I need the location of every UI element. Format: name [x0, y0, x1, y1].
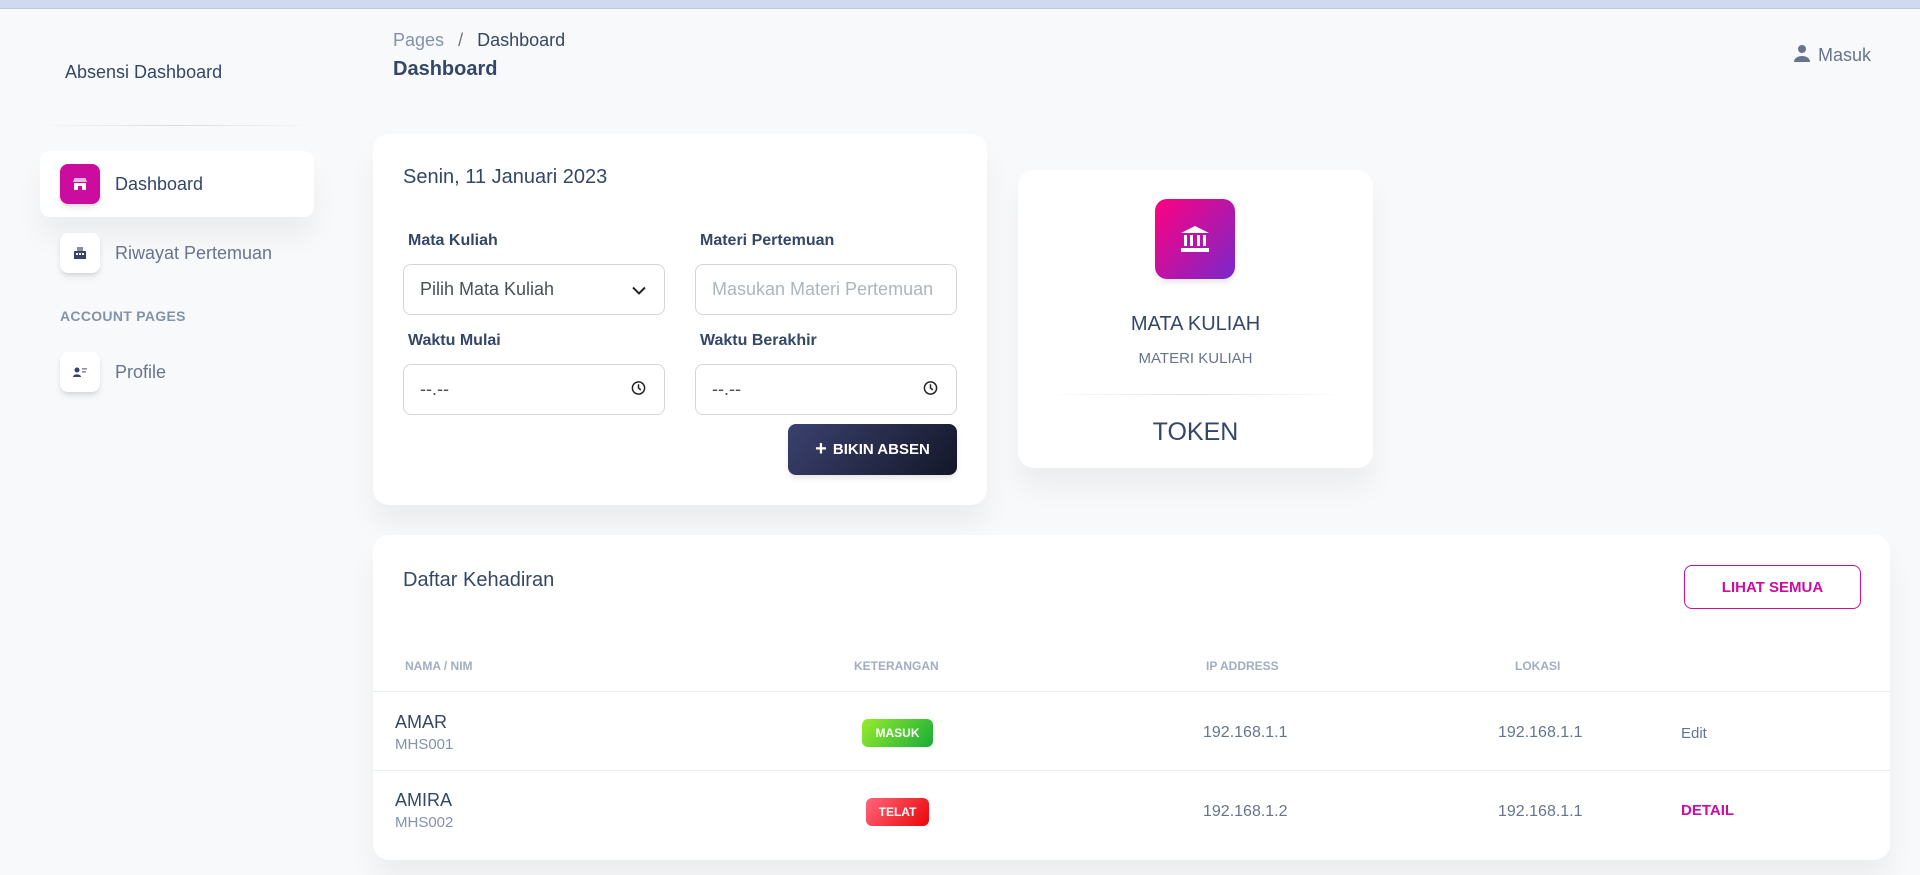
- breadcrumb-separator: /: [458, 30, 464, 50]
- end-time-value: --.--: [712, 379, 741, 399]
- ip-address: 192.168.1.1: [1203, 724, 1288, 741]
- status-badge: TELAT: [866, 798, 929, 826]
- column-header-location: LOKASI: [1515, 659, 1561, 673]
- clock-icon[interactable]: [631, 379, 646, 400]
- attendance-table-card: Daftar Kehadiran LIHAT SEMUA NAMA / NIM …: [373, 535, 1890, 860]
- course-select-value: Pilih Mata Kuliah: [420, 279, 555, 299]
- start-time-value: --.--: [420, 379, 449, 399]
- sidebar-item-label: Dashboard: [115, 173, 204, 194]
- column-header-name: NAMA / NIM: [405, 659, 473, 673]
- user-icon: [1793, 44, 1818, 67]
- ip-address: 192.168.1.2: [1203, 803, 1288, 820]
- clock-icon[interactable]: [923, 379, 938, 400]
- sidebar-item-label: Riwayat Pertemuan: [115, 242, 273, 263]
- location: 192.168.1.1: [1498, 724, 1583, 741]
- material-label: Materi Pertemuan: [700, 232, 835, 249]
- sidebar: Absensi Dashboard Dashboard Riwayat Pert…: [40, 40, 314, 440]
- user-card-icon: [60, 352, 100, 392]
- shop-icon: [60, 164, 100, 204]
- sidebar-divider: [40, 125, 314, 126]
- start-time-label: Waktu Mulai: [408, 332, 501, 349]
- attendance-title: Daftar Kehadiran: [403, 569, 555, 591]
- start-time-input[interactable]: --.--: [403, 364, 665, 415]
- sidebar-item-profile[interactable]: Profile: [40, 339, 314, 405]
- brand-title[interactable]: Absensi Dashboard: [65, 62, 222, 83]
- breadcrumb-root[interactable]: Pages: [393, 30, 444, 50]
- signin-link[interactable]: Masuk: [1793, 44, 1871, 67]
- breadcrumb: Pages / Dashboard: [393, 30, 565, 51]
- student-nim: MHS001: [395, 736, 454, 753]
- course-material: MATERI KULIAH: [1138, 350, 1253, 367]
- detail-link[interactable]: DETAIL: [1681, 802, 1734, 819]
- sidebar-item-dashboard[interactable]: Dashboard: [40, 151, 314, 217]
- course-divider: [1043, 394, 1348, 395]
- section-title-account-pages: ACCOUNT PAGES: [60, 308, 186, 324]
- plus-icon: +: [815, 438, 827, 460]
- row-divider: [373, 770, 1890, 771]
- student-name: AMAR: [395, 712, 448, 732]
- sidebar-item-riwayat-pertemuan[interactable]: Riwayat Pertemuan: [40, 220, 314, 286]
- course-name: MATA KULIAH: [1130, 313, 1261, 335]
- create-attendance-button[interactable]: + BIKIN ABSEN: [788, 424, 957, 475]
- course-select[interactable]: Pilih Mata Kuliah: [403, 264, 665, 315]
- material-input-placeholder: Masukan Materi Pertemuan: [712, 279, 934, 299]
- create-attendance-label: BIKIN ABSEN: [832, 441, 930, 458]
- material-input[interactable]: Masukan Materi Pertemuan: [695, 264, 957, 315]
- end-time-input[interactable]: --.--: [695, 364, 957, 415]
- course-token: TOKEN: [1152, 418, 1239, 446]
- row-divider: [373, 691, 1890, 692]
- student-name: AMIRA: [395, 790, 453, 810]
- sidebar-item-label: Profile: [115, 361, 167, 382]
- view-all-button[interactable]: LIHAT SEMUA: [1684, 565, 1861, 609]
- status-badge: MASUK: [862, 719, 933, 747]
- column-header-ip: IP ADDRESS: [1206, 659, 1279, 673]
- location: 192.168.1.1: [1498, 803, 1583, 820]
- student-nim: MHS002: [395, 814, 454, 831]
- chevron-down-icon: [632, 279, 646, 300]
- course-info-card: MATA KULIAH MATERI KULIAH TOKEN: [1018, 170, 1373, 468]
- course-label: Mata Kuliah: [408, 232, 498, 249]
- browser-top-strip: [0, 0, 1920, 9]
- edit-link[interactable]: Edit: [1681, 725, 1707, 742]
- breadcrumb-current: Dashboard: [477, 30, 566, 50]
- column-header-status: KETERANGAN: [854, 659, 939, 673]
- office-icon: [60, 233, 100, 273]
- signin-label: Masuk: [1817, 45, 1871, 65]
- page-title: Dashboard: [393, 58, 498, 80]
- current-date: Senin, 11 Januari 2023: [403, 166, 608, 188]
- end-time-label: Waktu Berakhir: [700, 332, 817, 349]
- institution-icon: [1155, 199, 1235, 279]
- create-attendance-card: Senin, 11 Januari 2023 Mata Kuliah Pilih…: [373, 134, 987, 505]
